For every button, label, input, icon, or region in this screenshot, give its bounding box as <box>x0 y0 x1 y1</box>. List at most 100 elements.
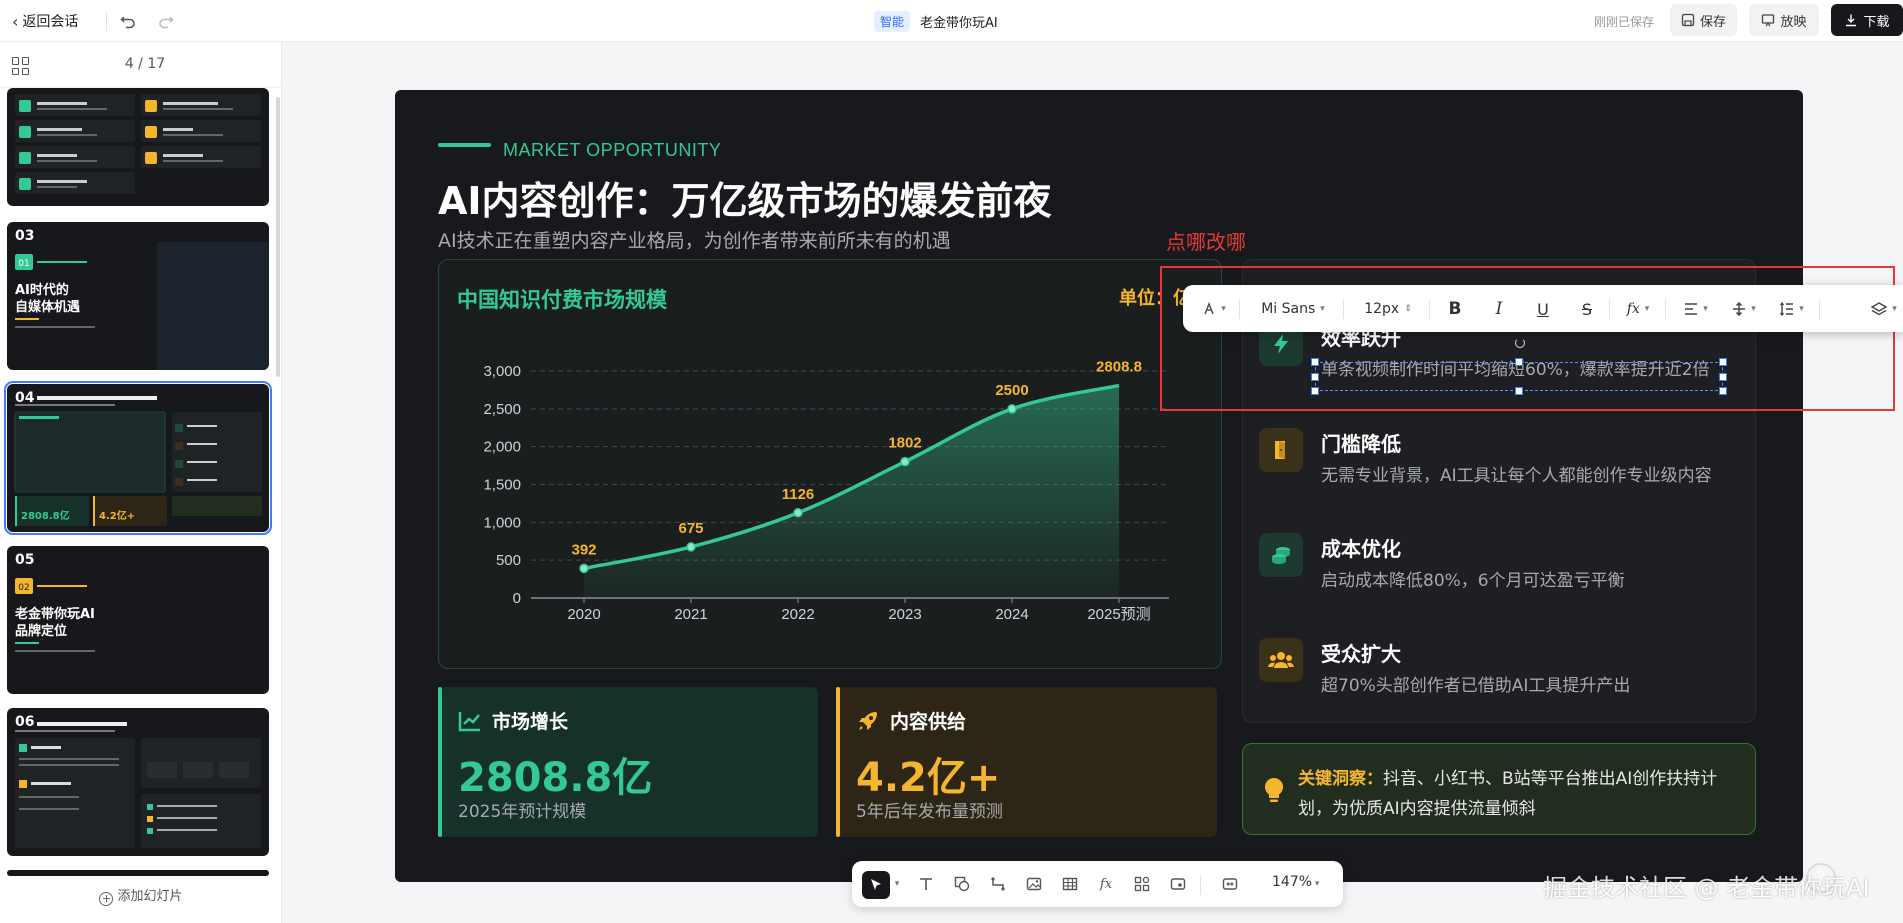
italic-icon[interactable]: I <box>1487 297 1511 321</box>
stat-accent-bar <box>836 687 840 837</box>
present-button[interactable]: 放映 <box>1749 4 1819 36</box>
annotation-label: 点哪改哪 <box>1166 230 1246 254</box>
resize-handle[interactable] <box>1719 358 1727 366</box>
add-slide-button[interactable]: + 添加幻灯片 <box>0 885 282 906</box>
image-tool-icon[interactable] <box>1022 872 1046 896</box>
shape-tool-icon[interactable] <box>950 872 974 896</box>
divider <box>1239 299 1240 319</box>
fit-screen-icon[interactable] <box>1218 872 1242 896</box>
rocket-icon <box>859 711 877 730</box>
undo-icon[interactable] <box>116 9 140 33</box>
present-icon <box>1762 14 1775 27</box>
stat-value: 4.2亿+ <box>856 755 1001 801</box>
y-tick-label: 2,000 <box>483 439 521 456</box>
components-tool-icon[interactable] <box>1130 872 1154 896</box>
data-label: 2500 <box>995 382 1028 399</box>
resize-handle[interactable] <box>1719 387 1727 395</box>
divider <box>1343 299 1344 319</box>
pointer-tool-button[interactable] <box>862 871 890 899</box>
font-color-button[interactable]: ▾ <box>1197 297 1231 321</box>
grid-view-icon[interactable] <box>12 57 30 75</box>
svg-text:品牌定位: 品牌定位 <box>15 623 67 639</box>
slide-thumbnail-06[interactable]: 06 <box>7 708 269 856</box>
text-selection-box[interactable] <box>1311 358 1727 395</box>
font-color-icon <box>1204 302 1214 315</box>
font-family-select[interactable]: Mi Sans ▾ <box>1251 297 1335 321</box>
slide-canvas[interactable]: MARKET OPPORTUNITY AI内容创作：万亿级市场的爆发前夜 AI技… <box>395 90 1803 882</box>
resize-handle[interactable] <box>1515 358 1523 366</box>
media-tool-icon[interactable] <box>1166 872 1190 896</box>
insight-text[interactable]: 关键洞察：抖音、小红书、B站等平台推出AI创作扶持计划，为优质AI内容提供流量倾… <box>1298 764 1738 824</box>
sidebar-scrollbar[interactable] <box>276 97 280 377</box>
benefit-title: 受众扩大 <box>1321 642 1401 666</box>
data-point <box>793 508 803 518</box>
eyebrow-text[interactable]: MARKET OPPORTUNITY <box>503 140 721 161</box>
resize-handle[interactable] <box>1311 358 1319 366</box>
divider <box>106 11 107 31</box>
slide-thumbnail-02[interactable] <box>7 88 269 206</box>
benefit-desc[interactable]: 超70%头部创作者已借助AI工具提升产出 <box>1321 671 1630 696</box>
font-size-stepper[interactable]: 12px ⇕ <box>1355 297 1421 321</box>
slide-thumbnail-05[interactable]: 05 02 老金带你玩AI 品牌定位 <box>7 546 269 694</box>
svg-text:老金带你玩AI: 老金带你玩AI <box>14 606 95 622</box>
connector-tool-icon[interactable] <box>986 872 1010 896</box>
save-button[interactable]: 保存 <box>1670 4 1737 36</box>
sidebar-header: 4 / 17 <box>0 42 282 88</box>
layers-icon[interactable]: ▾ <box>1867 297 1901 321</box>
svg-text:02: 02 <box>18 583 29 593</box>
chart-card[interactable]: 中国知识付费市场规模 单位：亿 0 500 1,000 1,500 2,000 2,500… <box>438 259 1222 669</box>
slide-subtitle[interactable]: AI技术正在重塑内容产业格局，为创作者带来前所未有的机遇 <box>438 226 951 253</box>
back-label: 返回会话 <box>22 14 79 30</box>
area-chart: 0 500 1,000 1,500 2,000 2,500 3,000 2020 2021 202… <box>483 358 1169 623</box>
download-button[interactable]: 下载 <box>1831 4 1903 36</box>
font-size-value: 12px <box>1364 301 1400 317</box>
stat-caption: 5年后年发布量预测 <box>856 802 1003 822</box>
slide-thumbnail-07[interactable] <box>7 870 269 876</box>
formula-icon[interactable]: fx ▾ <box>1621 297 1655 321</box>
benefit-desc[interactable]: 启动成本降低80%，6个月可达盈亏平衡 <box>1321 566 1625 591</box>
slide-title[interactable]: AI内容创作：万亿级市场的爆发前夜 <box>438 170 1052 225</box>
text-tool-icon[interactable] <box>914 872 938 896</box>
key-insight-box[interactable]: 关键洞察：抖音、小红书、B站等平台推出AI创作扶持计划，为优质AI内容提供流量倾… <box>1242 743 1756 835</box>
x-tick-label: 2020 <box>567 606 600 623</box>
document-title[interactable]: 老金带你玩AI <box>920 12 998 31</box>
svg-text:4.2亿+: 4.2亿+ <box>99 509 135 522</box>
zoom-select[interactable]: 147% ▾ <box>1272 874 1319 890</box>
present-label: 放映 <box>1780 14 1807 30</box>
users-icon <box>1259 638 1303 682</box>
resize-handle[interactable] <box>1311 387 1319 395</box>
data-label: 675 <box>678 520 703 537</box>
formula-tool-icon[interactable]: fx <box>1094 872 1118 896</box>
svg-text:自媒体机遇: 自媒体机遇 <box>15 299 80 315</box>
bold-icon[interactable]: B <box>1443 297 1467 321</box>
thumbnail-preview: 01 AI时代的 自媒体机遇 <box>15 242 269 370</box>
redo-icon[interactable] <box>154 9 178 33</box>
chart-area <box>584 385 1119 598</box>
y-tick-label: 1,500 <box>483 477 521 494</box>
underline-icon[interactable]: U <box>1531 297 1555 321</box>
svg-text:2808.8亿: 2808.8亿 <box>21 509 70 522</box>
resize-handle[interactable] <box>1311 373 1319 381</box>
vertical-align-icon[interactable]: ▾ <box>1727 297 1761 321</box>
resize-handle[interactable] <box>1515 387 1523 395</box>
slide-thumbnail-04[interactable]: 04 2808.8亿 4.2亿+ <box>4 381 272 535</box>
thumbnail-preview <box>15 94 261 194</box>
line-height-icon[interactable]: ▾ <box>1775 297 1809 321</box>
stat-caption: 2025年预计规模 <box>458 802 587 822</box>
divider <box>1429 299 1430 319</box>
back-to-chat-button[interactable]: ‹ 返回会话 <box>12 9 78 33</box>
rotate-handle-icon[interactable] <box>1515 338 1525 348</box>
data-label: 1802 <box>888 435 921 452</box>
pointer-menu-chevron-icon[interactable]: ▾ <box>890 872 904 896</box>
data-point <box>900 456 910 467</box>
page-indicator: 4 / 17 <box>124 56 166 72</box>
slide-thumbnail-03[interactable]: 03 01 AI时代的 自媒体机遇 <box>7 222 269 370</box>
strikethrough-icon[interactable]: S <box>1575 297 1599 321</box>
table-tool-icon[interactable] <box>1058 872 1082 896</box>
align-left-icon[interactable]: ▾ <box>1679 297 1713 321</box>
stat-card-content-supply[interactable]: 内容供给 4.2亿+ 5年后年发布量预测 <box>836 687 1217 837</box>
resize-handle[interactable] <box>1719 373 1727 381</box>
x-tick-label: 2022 <box>781 606 814 623</box>
benefit-desc[interactable]: 无需专业背景，AI工具让每个人都能创作专业级内容 <box>1321 461 1712 486</box>
stat-card-market-growth[interactable]: 市场增长 2808.8亿 2025年预计规模 <box>438 687 818 837</box>
